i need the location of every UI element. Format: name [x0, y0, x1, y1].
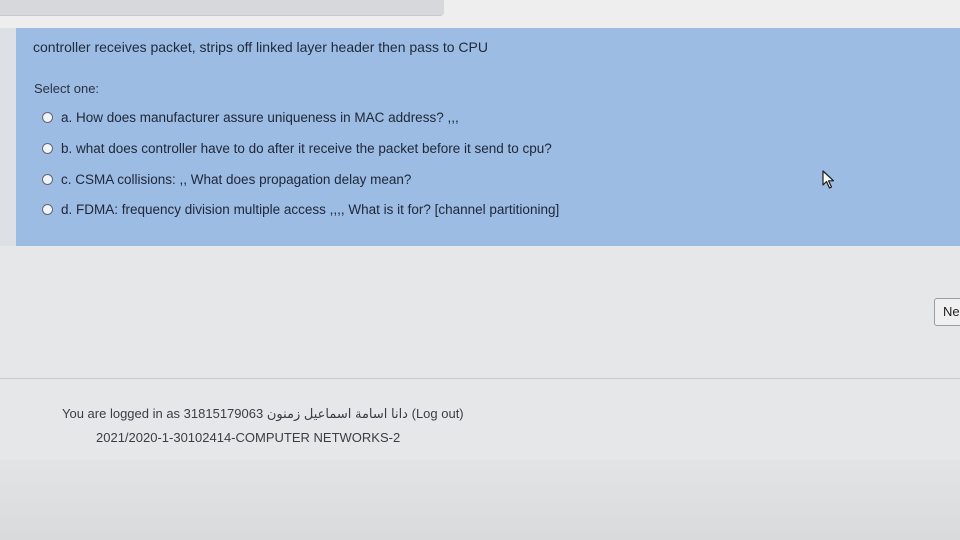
option-b[interactable]: b. what does controller have to do after…: [42, 139, 552, 157]
radio-icon[interactable]: [42, 203, 53, 215]
footer: You are logged in as 31815179063 دانا اس…: [62, 406, 464, 445]
option-label: d. FDMA: frequency division multiple acc…: [61, 201, 560, 217]
option-label: c. CSMA collisions: ,, What does propaga…: [61, 171, 412, 187]
course-link[interactable]: 2021/2020-1-30102414-COMPUTER NETWORKS-2: [96, 430, 400, 445]
select-one-label: Select one:: [34, 81, 100, 96]
question-panel: controller receives packet, strips off l…: [16, 28, 960, 246]
option-c[interactable]: c. CSMA collisions: ,, What does propaga…: [42, 170, 411, 188]
option-label: a. How does manufacturer assure uniquene…: [61, 109, 459, 125]
footer-divider: [0, 378, 960, 379]
question-text: controller receives packet, strips off l…: [33, 39, 488, 55]
top-tab: [0, 0, 444, 16]
option-d[interactable]: d. FDMA: frequency division multiple acc…: [42, 200, 559, 218]
mouse-pointer-icon: [822, 170, 835, 189]
radio-icon[interactable]: [42, 173, 53, 185]
left-edge: [0, 28, 16, 246]
next-page-button[interactable]: Ne: [934, 298, 960, 326]
option-a[interactable]: a. How does manufacturer assure uniquene…: [42, 108, 459, 126]
top-strip: [0, 0, 960, 28]
option-label: b. what does controller have to do after…: [61, 140, 552, 156]
radio-icon[interactable]: [42, 111, 53, 123]
login-info: You are logged in as 31815179063 دانا اس…: [62, 406, 464, 422]
radio-icon[interactable]: [42, 142, 53, 154]
logout-link[interactable]: (Log out): [412, 406, 464, 421]
bottom-shade: [0, 460, 960, 540]
logged-in-text: You are logged in as 31815179063 دانا اس…: [62, 406, 408, 421]
